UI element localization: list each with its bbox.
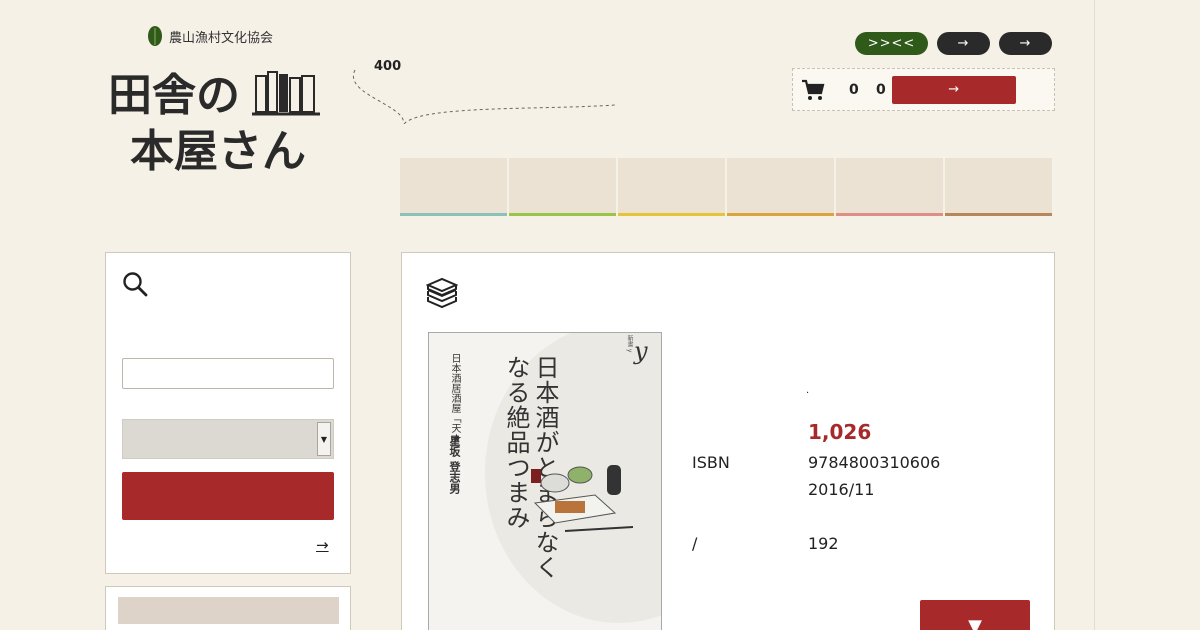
search-button[interactable]	[122, 472, 334, 520]
pages-label: /	[692, 534, 698, 553]
price-row: 1,026	[808, 420, 871, 444]
cover-series: 新書 y	[626, 335, 633, 353]
isbn-value: 9784800310606	[808, 453, 941, 472]
nav-item-5[interactable]	[836, 158, 943, 216]
cart-summary: 0 0 →	[792, 68, 1055, 111]
leaf-icon	[148, 26, 162, 46]
search-input[interactable]	[122, 358, 334, 389]
nav-item-3[interactable]	[618, 158, 725, 216]
top-button-group: >><< → →	[855, 32, 1052, 55]
search-icon	[123, 272, 148, 297]
top-button-3[interactable]: →	[999, 32, 1052, 55]
view-cart-button[interactable]: →	[891, 75, 1016, 104]
pages-value: 192	[808, 534, 839, 553]
nav-item-1[interactable]	[400, 158, 507, 216]
cart-total: 0	[876, 81, 886, 98]
org-brand[interactable]: 農山漁村文化協会	[147, 25, 273, 47]
books-icon	[426, 277, 458, 309]
logo-line2: 本屋さん	[130, 126, 306, 174]
cart-icon[interactable]	[801, 78, 825, 102]
logo-line1: 田舎の	[108, 70, 240, 121]
nav-item-6[interactable]	[945, 158, 1052, 216]
cart-count: 0	[849, 81, 859, 98]
food-illustration-icon	[531, 465, 634, 532]
site-logo[interactable]: 田舎の 本屋さん	[106, 62, 326, 174]
org-name: 農山漁村文化協会	[169, 30, 274, 46]
promo-dashed-line	[352, 69, 616, 124]
search-panel: ▼ →	[105, 252, 351, 574]
main-nav	[400, 158, 1052, 216]
bookshelf-icon	[252, 71, 320, 116]
promo-text: 400	[374, 59, 402, 74]
add-to-cart-button[interactable]: ▼	[920, 600, 1030, 630]
top-button-2[interactable]: →	[937, 32, 990, 55]
cover-author: 星坂 登志男	[448, 435, 461, 494]
sidebar-panel-2	[105, 586, 351, 630]
nav-item-2[interactable]	[509, 158, 616, 216]
book-title-placeholder: .	[806, 385, 810, 396]
cover-logo: y	[634, 337, 648, 365]
isbn-label: ISBN	[692, 453, 730, 472]
chevron-down-icon[interactable]: ▼	[317, 422, 331, 456]
book-cover[interactable]: 日本酒がとまらなくなる絶品つまみ 日本酒居酒屋「天★」 星坂 登志男 新書 y …	[428, 332, 662, 630]
right-rail	[1094, 0, 1200, 630]
top-button-1[interactable]: >><<	[855, 32, 928, 55]
book-price: 1,026	[808, 420, 872, 444]
publish-date: 2016/11	[808, 480, 875, 499]
nav-item-4[interactable]	[727, 158, 834, 216]
category-select[interactable]: ▼	[122, 419, 334, 459]
sidebar-panel-2-header	[118, 597, 339, 624]
advanced-search-link[interactable]: →	[316, 536, 329, 554]
book-detail-panel: 日本酒がとまらなくなる絶品つまみ 日本酒居酒屋「天★」 星坂 登志男 新書 y …	[401, 252, 1055, 630]
